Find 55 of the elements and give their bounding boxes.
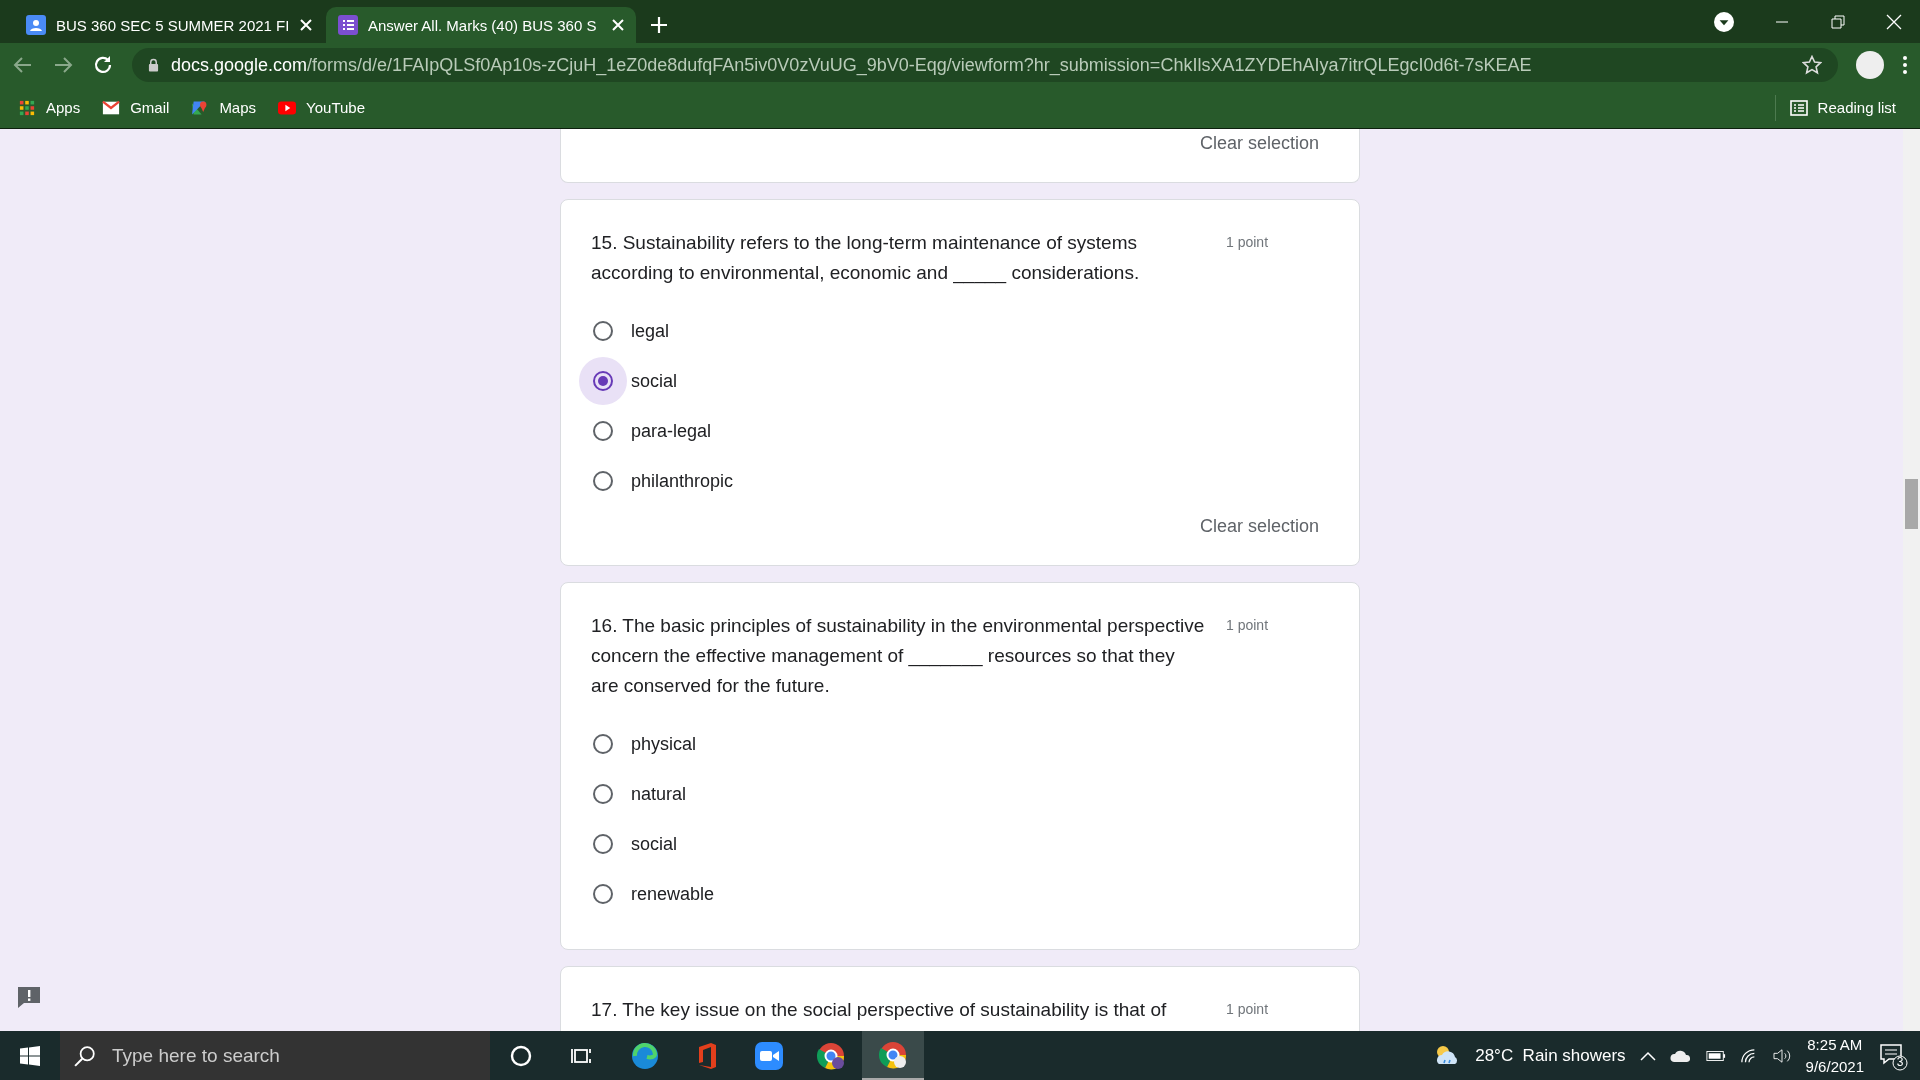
- lock-icon: [148, 58, 159, 72]
- question-text: 15. Sustainability refers to the long-term maintenance of systems according to environmental, economic and _____ considerations.: [591, 231, 1141, 286]
- taskbar-search-field[interactable]: Type here to search: [60, 1031, 490, 1080]
- scrollbar[interactable]: [1903, 129, 1920, 1031]
- clear-selection-link[interactable]: Clear selection: [1189, 129, 1329, 158]
- list-icon: [1789, 99, 1808, 116]
- star-icon[interactable]: [1802, 55, 1822, 75]
- close-icon[interactable]: [612, 19, 624, 31]
- points-label: 1 point: [1226, 233, 1269, 252]
- bookmark[interactable]: Maps: [191, 99, 257, 116]
- form-icon: [338, 15, 358, 35]
- points-label: 1 point: [1226, 616, 1269, 635]
- search-icon: [74, 1045, 96, 1067]
- radio-option[interactable]: physical: [579, 719, 1329, 769]
- browser-tab[interactable]: Answer All. Marks (40) BUS 360 S: [326, 7, 636, 43]
- windows-icon[interactable]: [20, 1046, 40, 1066]
- dropdown-icon[interactable]: [1714, 11, 1734, 32]
- radio-option[interactable]: renewable: [579, 869, 1329, 919]
- close-icon[interactable]: [300, 19, 312, 31]
- cloud-icon[interactable]: [1669, 1049, 1692, 1063]
- radio-option[interactable]: legal: [579, 306, 1329, 356]
- mail-icon: [102, 99, 121, 116]
- question-text: 17. The key issue on the social perspective of sustainability is that of: [591, 998, 1168, 1022]
- menu-icon[interactable]: [1902, 55, 1908, 75]
- radio-option[interactable]: para-legal: [579, 406, 1329, 456]
- speaker-icon[interactable]: [1771, 1048, 1792, 1064]
- reload-icon[interactable]: [92, 54, 114, 76]
- battery-icon[interactable]: [1705, 1050, 1726, 1062]
- grid-icon: [18, 99, 36, 116]
- question-text: 16. The basic principles of sustainability in the environmental perspective concern the effective management of _______ resources so that they are conserved for the future.: [591, 614, 1206, 698]
- browser-icon[interactable]: [862, 1031, 924, 1080]
- feedback-icon[interactable]: [16, 985, 42, 1009]
- weather-text[interactable]: 28°C Rain showers: [1475, 1046, 1626, 1066]
- close-icon[interactable]: [1886, 13, 1902, 30]
- points-label: 1 point: [1226, 1000, 1269, 1019]
- bookmark[interactable]: YouTube: [278, 99, 365, 116]
- restore-icon[interactable]: [1830, 13, 1846, 30]
- browser-tab[interactable]: BUS 360 SEC 5 SUMMER 2021 FI: [14, 7, 324, 43]
- chevron-up-icon[interactable]: [1639, 1051, 1656, 1061]
- play-icon: [278, 99, 297, 116]
- radio-option[interactable]: social: [579, 356, 1329, 406]
- address-bar[interactable]: docs.google.com/forms/d/e/1FAIpQLSf0Ap10s-zCjuH_1eZ0de8dufqFAn5iv0V0zVuUG_9bV0-Eqg/viewform?hr_submission=ChkIlsXA1ZYDEhAIya7itrQLEgcI0d6t-7sKEAE: [132, 48, 1838, 82]
- radio-option[interactable]: natural: [579, 769, 1329, 819]
- bookmark[interactable]: Apps: [18, 99, 81, 116]
- radio-option[interactable]: social: [579, 819, 1329, 869]
- radio-option[interactable]: philanthropic: [579, 456, 1329, 506]
- person-icon: [26, 15, 46, 35]
- clock-time[interactable]: 8:25 AM: [1807, 1034, 1863, 1056]
- clear-selection-link[interactable]: Clear selection: [1189, 512, 1329, 541]
- plus-icon[interactable]: [650, 16, 668, 34]
- bookmark[interactable]: Gmail: [102, 99, 170, 116]
- reading-list-button[interactable]: Reading list: [1774, 94, 1902, 121]
- profile-avatar[interactable]: [1856, 51, 1884, 79]
- clock-date[interactable]: 9/6/2021: [1805, 1056, 1864, 1078]
- url-text: docs.google.com/forms/d/e/1FAIpQLSf0Ap10s-zCjuH_1eZ0de8dufqFAn5iv0V0zVuUG_9bV0-Eqg/viewform?hr_submission=ChkIlsXA1ZYDEhAIya7itrQLEgcI0d6t-7sKEAE: [171, 54, 1532, 76]
